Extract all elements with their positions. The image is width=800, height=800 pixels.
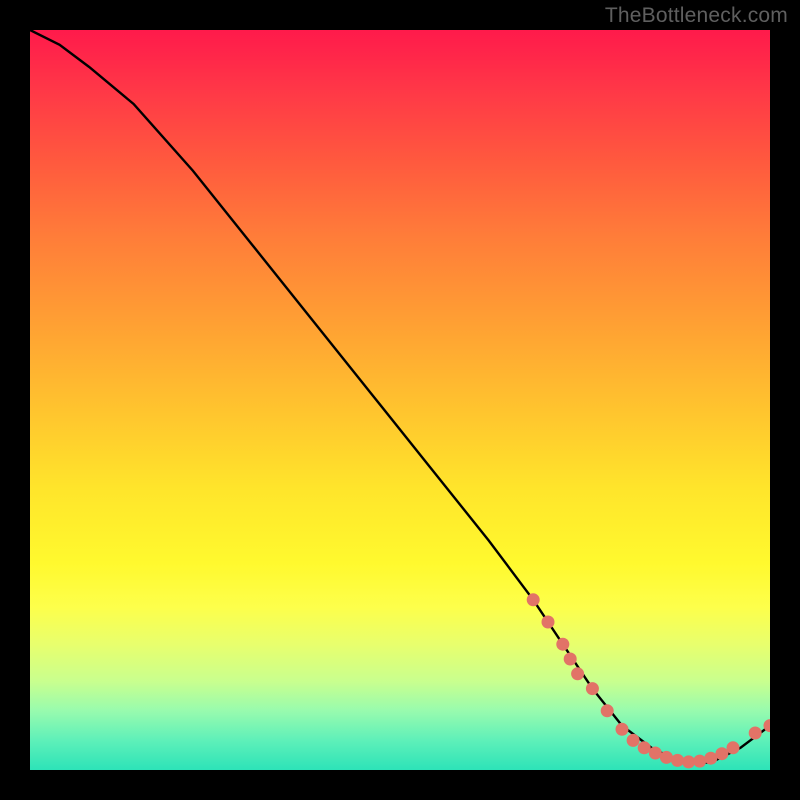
data-point xyxy=(556,638,569,651)
curve-markers xyxy=(527,593,770,768)
bottleneck-curve xyxy=(30,30,770,763)
data-point xyxy=(586,682,599,695)
data-point xyxy=(727,741,740,754)
data-point xyxy=(715,747,728,760)
data-point xyxy=(749,727,762,740)
data-point xyxy=(571,667,584,680)
data-point xyxy=(682,755,695,768)
data-point xyxy=(638,741,651,754)
curve-layer xyxy=(30,30,770,770)
data-point xyxy=(693,755,706,768)
watermark-label: TheBottleneck.com xyxy=(605,4,788,28)
data-point xyxy=(671,754,684,767)
data-point xyxy=(660,751,673,764)
plot-area xyxy=(30,30,770,770)
data-point xyxy=(564,653,577,666)
data-point xyxy=(649,747,662,760)
data-point xyxy=(601,704,614,717)
data-point xyxy=(627,734,640,747)
chart-frame: TheBottleneck.com xyxy=(0,0,800,800)
data-point xyxy=(527,593,540,606)
data-point xyxy=(704,752,717,765)
data-point xyxy=(616,723,629,736)
data-point xyxy=(542,616,555,629)
